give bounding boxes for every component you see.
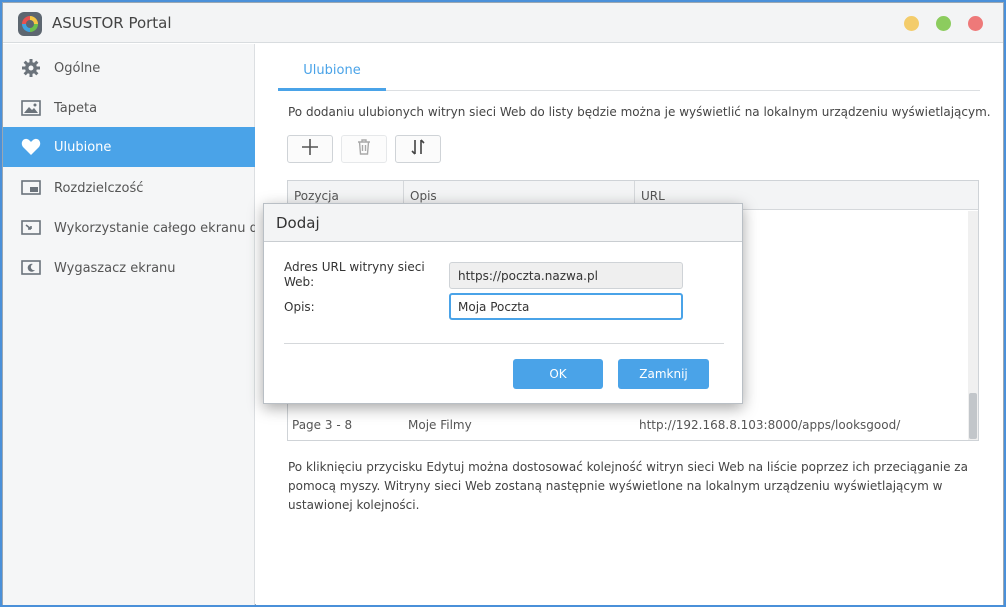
- description-top: Po dodaniu ulubionych witryn sieci Web d…: [288, 105, 991, 119]
- asustor-portal-logo-icon: [18, 12, 42, 36]
- sidebar-item-rozdzielczosc[interactable]: Rozdzielczość: [3, 168, 255, 208]
- tab-ulubione[interactable]: Ulubione: [278, 52, 386, 91]
- fullscreen-icon: [20, 217, 42, 239]
- sort-button[interactable]: [395, 135, 441, 163]
- opis-label: Opis:: [284, 300, 315, 314]
- image-icon: [20, 97, 42, 119]
- sort-arrows-icon: [409, 138, 427, 160]
- table-scrollbar-thumb[interactable]: [969, 393, 977, 439]
- plus-icon: [300, 137, 320, 161]
- sidebar-item-label: Tapeta: [54, 100, 98, 116]
- sidebar-item-label: Rozdzielczość: [54, 180, 144, 196]
- window-title: ASUSTOR Portal: [52, 14, 172, 32]
- heart-icon: [20, 136, 42, 158]
- sidebar-item-label: Wykorzystanie całego ekranu do: [54, 220, 255, 236]
- add-button[interactable]: [287, 135, 333, 163]
- screensaver-icon: [20, 257, 42, 279]
- close-button[interactable]: Zamknij: [618, 359, 709, 389]
- table-row[interactable]: Page 3 - 8 Moje Filmy http://192.168.8.1…: [288, 413, 968, 439]
- sidebar-item-wygaszacz[interactable]: Wygaszacz ekranu: [3, 248, 255, 288]
- url-input[interactable]: [449, 262, 683, 289]
- screen-resolution-icon: [20, 177, 42, 199]
- sidebar-item-label: Ogólne: [54, 60, 101, 76]
- close-window-button[interactable]: [968, 16, 983, 31]
- sidebar-item-tapeta[interactable]: Tapeta: [3, 88, 255, 128]
- sidebar-item-ogolne[interactable]: Ogólne: [3, 48, 255, 88]
- gear-icon: [20, 57, 42, 79]
- title-bar: ASUSTOR Portal: [3, 3, 1003, 43]
- maximize-button[interactable]: [936, 16, 951, 31]
- sidebar: Ogólne Tapeta Ulubione Rozdzielczość Wyk…: [3, 44, 255, 605]
- cell-url: http://192.168.8.103:8000/apps/looksgood…: [639, 418, 901, 432]
- dialog-title: Dodaj: [276, 214, 320, 232]
- dialog-header: Dodaj: [264, 204, 742, 242]
- dialog-divider: [284, 343, 724, 344]
- cell-opis: Moje Filmy: [408, 418, 472, 432]
- opis-input[interactable]: [449, 293, 683, 320]
- tab-bar: Ulubione: [278, 52, 980, 91]
- description-bottom: Po kliknięciu przycisku Edytuj można dos…: [288, 460, 968, 512]
- minimize-button[interactable]: [904, 16, 919, 31]
- sidebar-item-ulubione[interactable]: Ulubione: [3, 127, 255, 167]
- cell-pozycja: Page 3 - 8: [292, 418, 353, 432]
- sidebar-item-label: Ulubione: [54, 139, 112, 155]
- sidebar-item-label: Wygaszacz ekranu: [54, 260, 176, 276]
- delete-button[interactable]: [341, 135, 387, 163]
- ok-button[interactable]: OK: [513, 359, 603, 389]
- add-dialog: Dodaj Adres URL witryny sieci Web: Opis:…: [263, 203, 743, 404]
- trash-icon: [355, 138, 373, 160]
- sidebar-item-fullscreen[interactable]: Wykorzystanie całego ekranu do: [3, 208, 255, 248]
- url-label: Adres URL witryny sieci Web:: [284, 260, 425, 289]
